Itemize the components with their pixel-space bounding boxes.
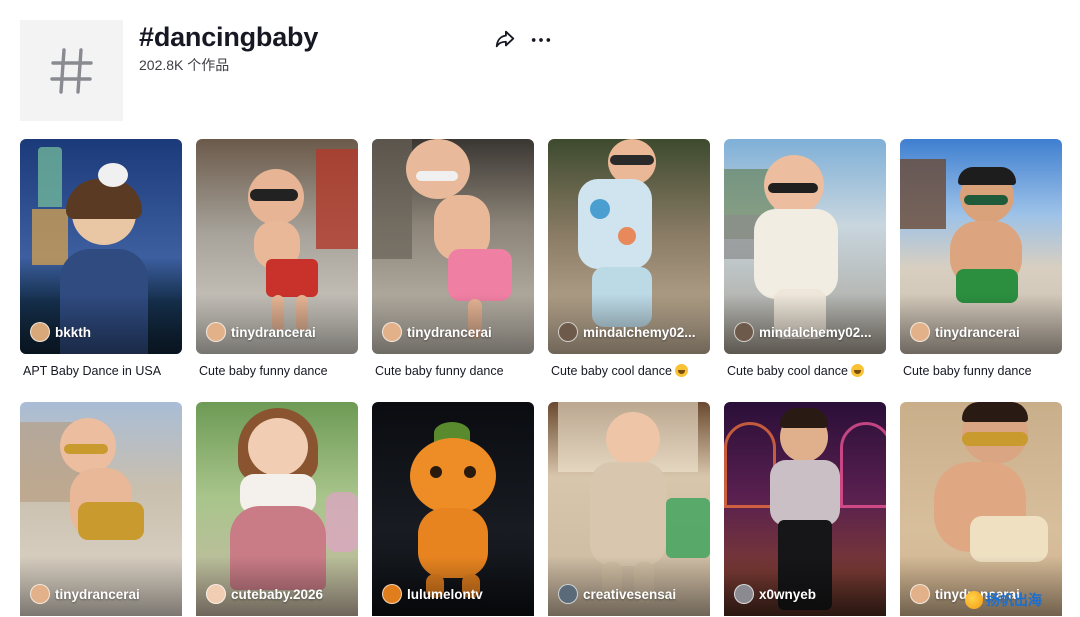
avatar [382,322,402,342]
video-grid-row-2: tinydrancerai cutebaby.2026 lulumelontv … [20,402,1064,616]
video-thumbnail[interactable]: tinydrancerai [372,139,534,354]
author-name[interactable]: tinydrancerai [30,584,140,604]
share-icon[interactable] [494,28,516,50]
video-card[interactable]: tinydrancerai Cute baby funny dance [372,139,534,389]
video-thumbnail[interactable]: mindalchemy02... [724,139,886,354]
author-name[interactable]: bkkth [30,322,91,342]
watermark: 扬帆出海 [965,590,1042,610]
avatar [30,322,50,342]
author-name[interactable]: creativesensai [558,584,676,604]
video-caption[interactable]: Cute baby cool dance [724,363,886,379]
video-card[interactable]: mindalchemy02... Cute baby cool dance [548,139,710,389]
video-thumbnail[interactable]: tinydrancerai [900,139,1062,354]
avatar [206,584,226,604]
avatar [734,584,754,604]
avatar [558,322,578,342]
video-thumbnail[interactable]: tinydrancerai [196,139,358,354]
video-card[interactable]: cutebaby.2026 [196,402,358,616]
author-name[interactable]: cutebaby.2026 [206,584,323,604]
avatar [910,322,930,342]
author-name[interactable]: tinydrancerai [206,322,316,342]
video-caption[interactable]: APT Baby Dance in USA [20,363,182,379]
author-name[interactable]: lulumelontv [382,584,483,604]
avatar [30,584,50,604]
hashtag-avatar [20,20,123,121]
hashtag-icon [49,47,93,94]
video-card[interactable]: tinydrancerai Cute baby funny dance [900,139,1062,389]
logo-icon [965,591,983,609]
avatar [206,322,226,342]
author-name[interactable]: tinydrancerai [382,322,492,342]
video-card[interactable]: tinydrancerai [20,402,182,616]
avatar [558,584,578,604]
author-name[interactable]: x0wnyeb [734,584,816,604]
avatar [734,322,754,342]
more-icon[interactable] [530,29,552,51]
video-card[interactable]: tinydrancerai Cute baby funny dance [196,139,358,389]
laughing-emoji-icon [674,364,688,377]
laughing-emoji-icon [850,364,864,377]
video-thumbnail[interactable]: bkkth [20,139,182,354]
video-card[interactable]: lulumelontv [372,402,534,616]
video-thumbnail[interactable]: x0wnyeb [724,402,886,616]
author-name[interactable]: tinydrancerai [910,322,1020,342]
video-count: 202.8K 个作品 [139,57,230,73]
author-name[interactable]: mindalchemy02... [734,322,872,342]
avatar [382,584,402,604]
page-title: #dancingbaby [139,22,319,52]
video-thumbnail[interactable]: tinydrancerai [900,402,1062,616]
video-card[interactable]: x0wnyeb [724,402,886,616]
video-caption[interactable]: Cute baby funny dance [196,363,358,379]
video-card[interactable]: tinydrancerai [900,402,1062,616]
video-caption[interactable]: Cute baby funny dance [372,363,534,379]
video-thumbnail[interactable]: mindalchemy02... [548,139,710,354]
video-card[interactable]: creativesensai [548,402,710,616]
hashtag-header: #dancingbaby 202.8K 个作品 [20,20,1060,125]
video-caption[interactable]: Cute baby cool dance [548,363,710,379]
video-caption[interactable]: Cute baby funny dance [900,363,1062,379]
video-card[interactable]: mindalchemy02... Cute baby cool dance [724,139,886,389]
video-thumbnail[interactable]: cutebaby.2026 [196,402,358,616]
avatar [910,584,930,604]
video-card[interactable]: bkkth APT Baby Dance in USA [20,139,182,389]
author-name[interactable]: mindalchemy02... [558,322,696,342]
video-thumbnail[interactable]: creativesensai [548,402,710,616]
video-thumbnail[interactable]: tinydrancerai [20,402,182,616]
video-grid-row-1: bkkth APT Baby Dance in USA tinydrancera… [20,139,1064,389]
video-thumbnail[interactable]: lulumelontv [372,402,534,616]
